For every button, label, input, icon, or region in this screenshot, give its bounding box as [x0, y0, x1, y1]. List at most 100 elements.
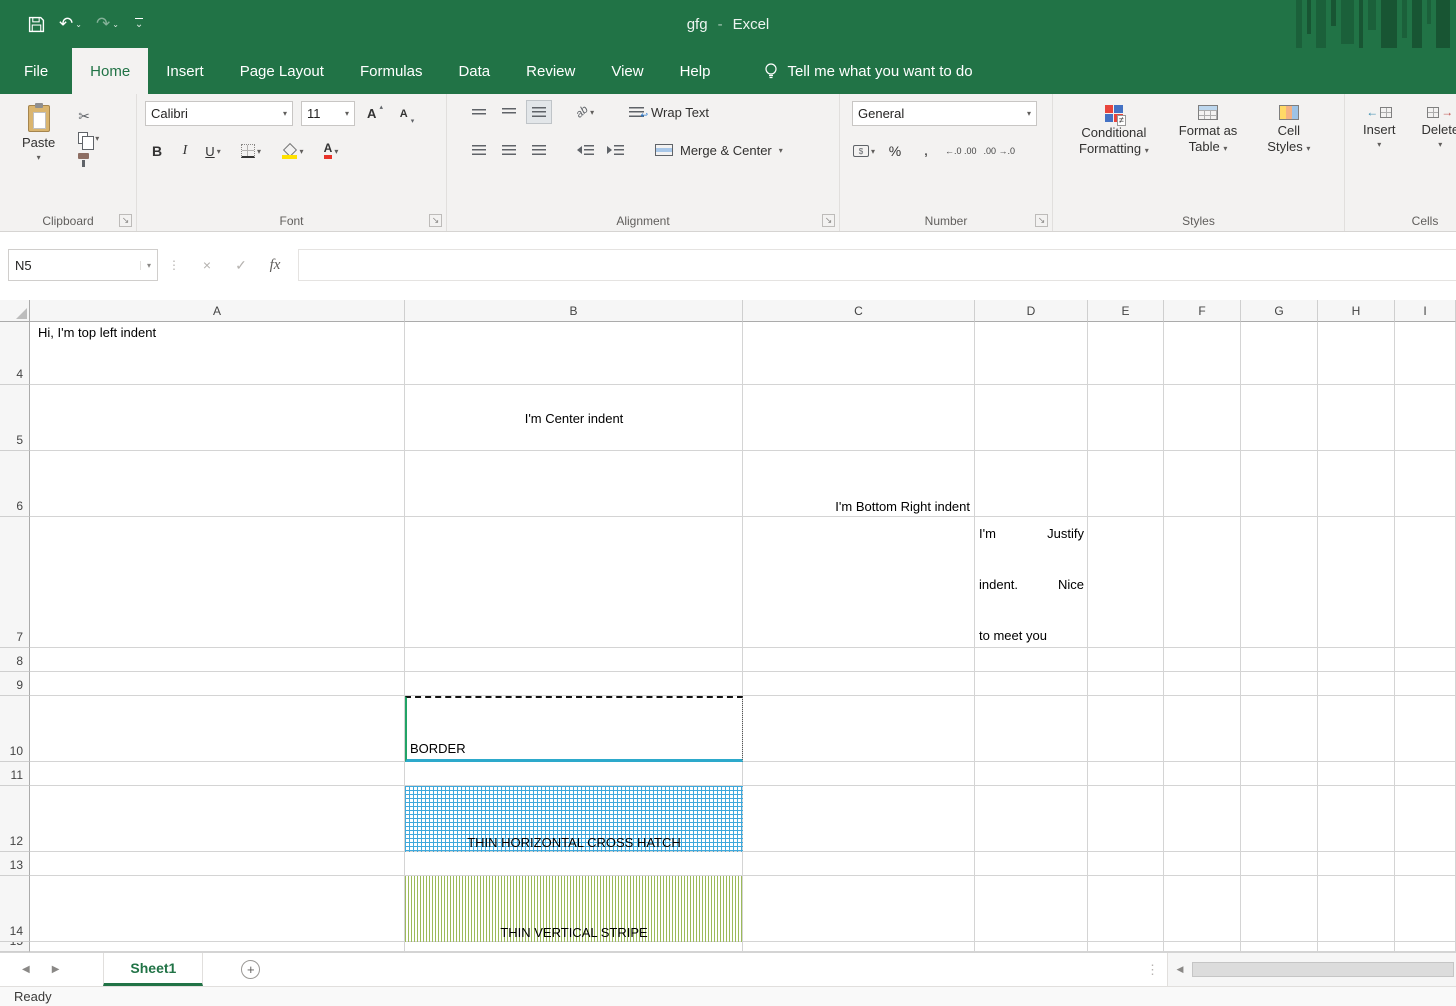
fill-color-button[interactable]: ▾ — [281, 140, 305, 162]
grid-cell[interactable] — [975, 762, 1088, 786]
grid-cell[interactable] — [1318, 322, 1395, 385]
grid-cell[interactable] — [1241, 672, 1318, 696]
grid-cell[interactable] — [1164, 451, 1241, 517]
grid-cell[interactable] — [1088, 322, 1164, 385]
column-header-B[interactable]: B — [405, 300, 743, 322]
grid-cell[interactable] — [1318, 942, 1395, 952]
row-header-10[interactable]: 10 — [0, 696, 30, 762]
align-center-button[interactable] — [497, 139, 521, 161]
paste-caret-icon[interactable]: ▾ — [37, 153, 41, 162]
name-box[interactable]: N5 ▾ — [8, 249, 158, 281]
tab-review[interactable]: Review — [508, 48, 593, 94]
row-header-14[interactable]: 14 — [0, 876, 30, 942]
enter-button[interactable]: ✓ — [224, 249, 258, 281]
sheet-tab-sheet1[interactable]: Sheet1 — [103, 953, 204, 986]
row-header-12[interactable]: 12 — [0, 786, 30, 852]
grid-cell[interactable] — [1318, 786, 1395, 852]
format-as-table-button[interactable]: Format as Table ▾ — [1173, 101, 1244, 161]
grid-cell[interactable] — [743, 517, 975, 648]
wrap-text-button[interactable]: Wrap Text — [629, 101, 709, 123]
grid-cell[interactable] — [743, 648, 975, 672]
grid-cell[interactable] — [30, 852, 405, 876]
grid-cell[interactable] — [1395, 696, 1456, 762]
comma-style-button[interactable]: , — [914, 140, 938, 162]
formula-input[interactable] — [298, 249, 1456, 281]
cell-C6[interactable]: I'm Bottom Right indent — [743, 451, 975, 517]
scroll-left-icon[interactable]: ◀ — [1168, 964, 1192, 975]
grid-cell[interactable] — [1088, 517, 1164, 648]
clipboard-dialog-launcher[interactable]: ↘ — [119, 214, 132, 227]
grid-cell[interactable] — [1241, 876, 1318, 942]
redo-button[interactable]: ↷ ⌄ — [96, 14, 119, 34]
insert-function-button[interactable]: fx — [258, 249, 292, 281]
horizontal-scrollbar[interactable]: ◀ — [1168, 953, 1456, 986]
tab-help[interactable]: Help — [662, 48, 729, 94]
font-size-combo[interactable]: 11 ▾ — [301, 101, 355, 126]
grid-cell[interactable] — [975, 786, 1088, 852]
percent-style-button[interactable]: % — [883, 140, 907, 162]
number-dialog-launcher[interactable]: ↘ — [1035, 214, 1048, 227]
grid-cell[interactable] — [1241, 517, 1318, 648]
borders-caret-icon[interactable]: ▾ — [257, 147, 261, 156]
grid-cell[interactable] — [405, 672, 743, 696]
grid-cell[interactable] — [1318, 696, 1395, 762]
font-family-combo[interactable]: Calibri ▾ — [145, 101, 293, 126]
row-header-6[interactable]: 6 — [0, 451, 30, 517]
grid-cell[interactable] — [405, 517, 743, 648]
grid-cell[interactable] — [1395, 451, 1456, 517]
tell-me-box[interactable]: Tell me what you want to do — [764, 48, 973, 94]
accounting-caret-icon[interactable]: ▾ — [871, 147, 875, 156]
grid-cell[interactable] — [1164, 385, 1241, 451]
grid-cell[interactable] — [1088, 876, 1164, 942]
paste-button[interactable]: Paste ▾ — [16, 101, 61, 166]
grid-cell[interactable] — [975, 942, 1088, 952]
grid-cell[interactable] — [975, 648, 1088, 672]
grid-cell[interactable] — [405, 852, 743, 876]
grid-cell[interactable] — [30, 451, 405, 517]
grid-cell[interactable] — [1088, 762, 1164, 786]
row-header-9[interactable]: 9 — [0, 672, 30, 696]
grid-cell[interactable] — [1241, 786, 1318, 852]
tab-data[interactable]: Data — [440, 48, 508, 94]
grid-cell[interactable] — [1164, 517, 1241, 648]
grid-cell[interactable] — [1164, 672, 1241, 696]
format-painter-button[interactable] — [75, 149, 102, 171]
grid-cell[interactable] — [975, 876, 1088, 942]
grid-cell[interactable] — [1164, 876, 1241, 942]
grid-cell[interactable] — [743, 672, 975, 696]
alignment-dialog-launcher[interactable]: ↘ — [822, 214, 835, 227]
grid-cell[interactable] — [1241, 696, 1318, 762]
grid-cell[interactable] — [1241, 385, 1318, 451]
name-box-caret-icon[interactable]: ▾ — [139, 260, 151, 270]
tab-page-layout[interactable]: Page Layout — [222, 48, 342, 94]
column-header-C[interactable]: C — [743, 300, 975, 322]
tab-insert[interactable]: Insert — [148, 48, 222, 94]
fill-color-caret-icon[interactable]: ▾ — [299, 147, 303, 156]
grid-cell[interactable] — [1164, 696, 1241, 762]
grid-cell[interactable] — [743, 852, 975, 876]
grid-cell[interactable] — [1164, 322, 1241, 385]
borders-button[interactable]: ▾ — [239, 140, 263, 162]
increase-decimal-button[interactable]: ←.0 .00 — [945, 140, 977, 162]
grid-cell[interactable] — [1088, 852, 1164, 876]
tab-formulas[interactable]: Formulas — [342, 48, 441, 94]
next-sheet-icon[interactable]: ▶ — [52, 964, 60, 975]
tab-file[interactable]: File — [0, 48, 72, 94]
underline-button[interactable]: U ▾ — [201, 140, 225, 162]
grid-cell[interactable] — [30, 672, 405, 696]
grid-cell[interactable] — [1318, 517, 1395, 648]
horizontal-scrollbar-thumb[interactable] — [1192, 962, 1454, 977]
column-header-D[interactable]: D — [975, 300, 1088, 322]
grid-cell[interactable] — [1164, 942, 1241, 952]
grid-cell[interactable] — [1395, 322, 1456, 385]
column-header-F[interactable]: F — [1164, 300, 1241, 322]
grow-font-button[interactable]: A ▴ — [363, 103, 387, 125]
bottom-align-button[interactable] — [526, 100, 552, 124]
delete-cells-button[interactable]: → Delete ▾ — [1416, 101, 1456, 153]
grid-cell[interactable] — [1318, 762, 1395, 786]
cell-A4[interactable]: Hi, I'm top left indent — [30, 322, 405, 385]
row-header-15[interactable]: 15 — [0, 942, 30, 952]
merge-center-caret-icon[interactable]: ▾ — [779, 146, 783, 155]
undo-caret-icon[interactable]: ⌄ — [75, 20, 82, 29]
grid-cell[interactable] — [1395, 762, 1456, 786]
